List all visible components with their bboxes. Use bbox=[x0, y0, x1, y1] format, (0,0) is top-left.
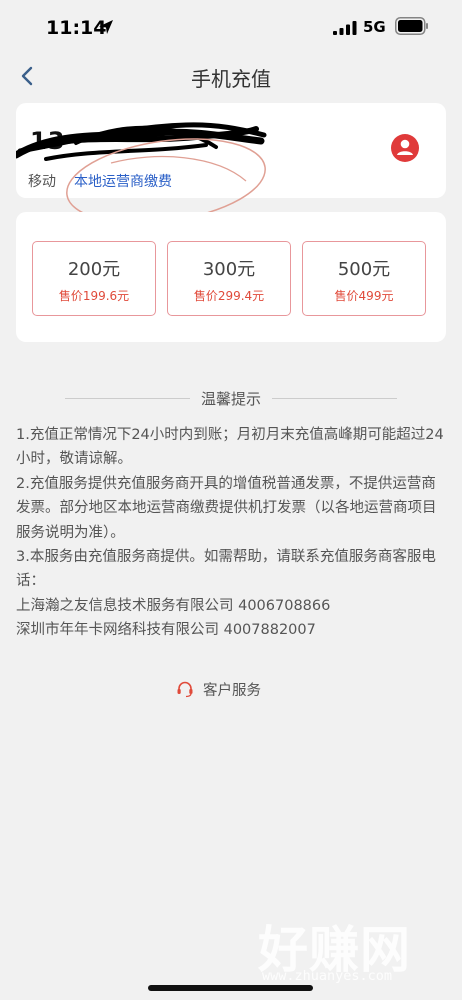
customer-service-button[interactable]: 客户服务 bbox=[176, 678, 286, 700]
watermark-url: www.zhuanyes.com bbox=[262, 968, 393, 984]
customer-service-label: 客户服务 bbox=[203, 683, 261, 699]
status-bar: 11:14 5G bbox=[0, 0, 462, 55]
contact-person-icon[interactable] bbox=[390, 133, 420, 163]
battery-icon bbox=[395, 17, 428, 35]
tip-line: 3.本服务由充值服务商提供。如需帮助，请联系充值服务商客服电话： bbox=[16, 549, 436, 590]
network-label: 5G bbox=[363, 18, 386, 36]
tip-line: 2.充值服务提供充值服务商开具的增值税普通发票，不提供运营商发票。部分地区本地运… bbox=[16, 475, 437, 541]
hotline-shenzhen: 深圳市年年卡网络科技有限公司 4007882007 bbox=[16, 622, 316, 639]
account-card: 13 移动 本地运营商缴费 bbox=[16, 103, 446, 224]
location-arrow-icon bbox=[99, 20, 113, 34]
amount-option-200[interactable]: 200元 售价199.6元 bbox=[32, 241, 156, 316]
amount-option-500[interactable]: 500元 售价499元 bbox=[302, 241, 426, 316]
nav-bar: 手机充值 bbox=[0, 55, 462, 97]
amount-value: 300元 bbox=[202, 259, 256, 280]
amount-price: 售价499元 bbox=[334, 289, 394, 303]
amount-card: 200元 售价199.6元 300元 售价299.4元 500元 售价499元 bbox=[16, 212, 446, 342]
home-indicator[interactable] bbox=[148, 985, 313, 991]
watermark: 好赚网 www.zhuanyes.com bbox=[250, 910, 450, 990]
phone-number: 13 bbox=[30, 127, 66, 155]
carrier-label: 移动 bbox=[28, 174, 56, 190]
amount-price: 售价299.4元 bbox=[193, 289, 265, 303]
amount-price: 售价199.6元 bbox=[58, 289, 130, 303]
amount-option-300[interactable]: 300元 售价299.4元 bbox=[167, 241, 291, 316]
tips-header: 温馨提示 bbox=[0, 388, 462, 410]
hotline-shanghai: 上海瀚之友信息技术服务有限公司 4006708866 bbox=[16, 597, 331, 614]
amount-value: 500元 bbox=[337, 259, 391, 280]
headset-icon bbox=[177, 681, 193, 698]
payment-type-link[interactable]: 本地运营商缴费 bbox=[74, 171, 172, 191]
tips-body: 1.充值正常情况下24小时内到账；月初月末充值高峰期可能超过24小时，敬请谅解。… bbox=[16, 423, 448, 643]
tips-heading: 温馨提示 bbox=[200, 390, 261, 408]
page-title: 手机充值 bbox=[191, 67, 271, 91]
signal-icon bbox=[333, 21, 357, 35]
amount-value: 200元 bbox=[67, 259, 121, 280]
tip-line: 1.充值正常情况下24小时内到账；月初月末充值高峰期可能超过24小时，敬请谅解。 bbox=[16, 427, 444, 468]
